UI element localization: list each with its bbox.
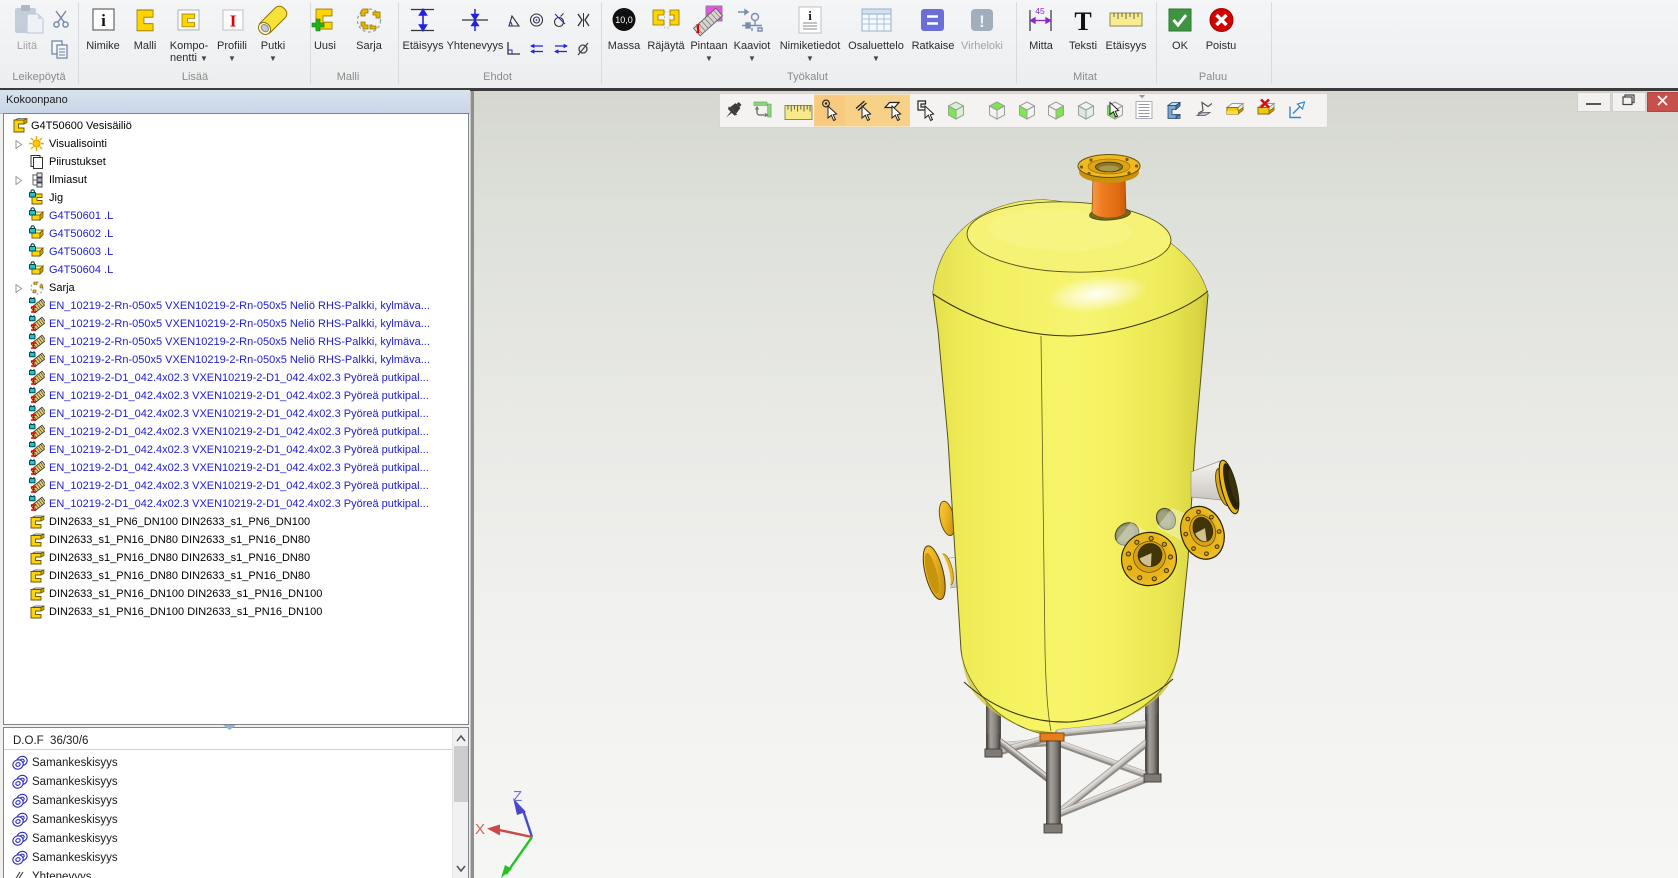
svg-text:i: i [101,11,106,30]
svg-text:10,0: 10,0 [615,15,633,25]
svg-text:45: 45 [1035,6,1045,16]
svg-text:!: ! [979,12,985,31]
svg-text:I: I [695,21,700,36]
svg-text:i: i [808,8,812,23]
svg-text:T: T [1074,7,1091,36]
svg-text:I: I [230,12,237,31]
